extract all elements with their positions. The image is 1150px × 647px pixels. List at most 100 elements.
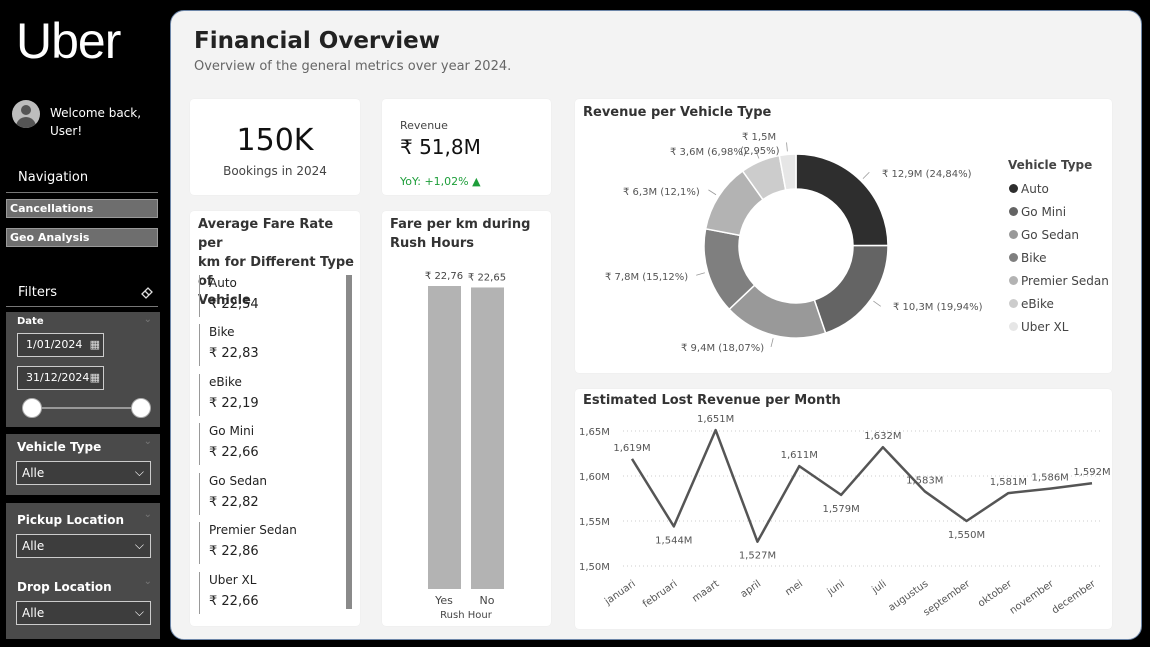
x-tick-label: juli	[869, 578, 888, 596]
point-data-label: 1,581M	[990, 477, 1027, 488]
vehicle-type-dropdown[interactable]: Alle ⌵	[16, 461, 151, 485]
fare-rate-title-line-1: Average Fare Rate per	[198, 217, 334, 251]
legend-item[interactable]: eBike	[1009, 292, 1109, 315]
clear-filters-eraser-icon[interactable]	[140, 285, 154, 303]
date-range-slider-track[interactable]	[30, 407, 140, 409]
legend-swatch	[1009, 299, 1018, 308]
x-tick-label: juni	[825, 578, 847, 598]
nav-cancellations-button[interactable]: Cancellations	[6, 199, 158, 218]
fare-item-name: Uber XL	[209, 573, 257, 587]
start-date-value: 1/01/2024	[26, 338, 83, 351]
fare-rate-card: Average Fare Rate per km for Different T…	[190, 211, 360, 626]
calendar-icon[interactable]: ▦	[90, 367, 100, 389]
lost-revenue-card: Estimated Lost Revenue per Month 1,50M 1,…	[575, 389, 1112, 629]
legend-item[interactable]: Bike	[1009, 246, 1109, 269]
slice-data-label: ₹ 10,3M (19,94%)	[893, 302, 983, 313]
legend-item[interactable]: Auto	[1009, 177, 1109, 200]
chevron-down-icon[interactable]: ⌄	[144, 436, 152, 447]
x-axis-label: Rush Hour	[440, 610, 493, 621]
fare-item-premier-sedan: Premier Sedan ₹ 22,86	[199, 522, 339, 564]
fare-list-scrollbar[interactable]	[346, 275, 352, 609]
date-slider-end-handle[interactable]	[131, 398, 151, 418]
fare-item-name: Go Sedan	[209, 474, 268, 488]
fare-item-ebike: eBike ₹ 22,19	[199, 374, 339, 416]
legend-swatch	[1009, 322, 1018, 331]
point-data-label: 1,611M	[781, 450, 818, 461]
x-tick-label: januari	[602, 578, 637, 607]
bar-yes	[428, 286, 461, 589]
donut-legend: Auto Go Mini Go Sedan Bike Premier Sedan eBik…	[1009, 177, 1109, 338]
fare-item-go-mini: Go Mini ₹ 22,66	[199, 423, 339, 465]
legend-swatch	[1009, 253, 1018, 262]
slice-data-label: (2,95%)	[740, 146, 780, 157]
drop-location-label: Drop Location	[17, 580, 112, 594]
y-tick-label: 1,50M	[579, 562, 610, 573]
revenue-yoy-badge: YoY: +1,02% ▲	[400, 175, 481, 188]
date-slider-start-handle[interactable]	[22, 398, 42, 418]
slice-leader-line	[873, 300, 881, 307]
pickup-location-dropdown[interactable]: Alle ⌵	[16, 534, 151, 558]
slice-data-label: ₹ 7,8M (15,12%)	[605, 272, 688, 283]
slice-leader-line	[696, 272, 705, 276]
filters-heading: Filters	[18, 285, 57, 300]
point-data-label: 1,586M	[1032, 473, 1069, 484]
revenue-value: ₹ 51,8M	[400, 135, 481, 159]
page-title: Financial Overview	[194, 28, 441, 54]
chevron-down-icon[interactable]: ⌄	[144, 509, 152, 520]
uber-logo: Uber	[16, 13, 121, 69]
bookings-kpi-card: 150K Bookings in 2024	[190, 99, 360, 195]
point-data-label: 1,651M	[697, 414, 734, 425]
slice-leader-line	[786, 142, 788, 152]
x-tick-label: februari	[641, 578, 680, 610]
legend-label: Go Sedan	[1021, 227, 1080, 242]
legend-label: Bike	[1021, 250, 1047, 265]
slice-leader-line	[708, 189, 717, 196]
nav-geo-analysis-button[interactable]: Geo Analysis	[6, 228, 158, 247]
fare-item-value: ₹ 22,54	[209, 297, 259, 312]
welcome-text: Welcome back, User!	[50, 104, 150, 140]
legend-item[interactable]: Go Sedan	[1009, 223, 1109, 246]
chevron-down-icon[interactable]: ⌵	[135, 601, 144, 623]
navigation-heading: Navigation	[18, 170, 89, 185]
legend-swatch	[1009, 207, 1018, 216]
fare-item-go-sedan: Go Sedan ₹ 22,82	[199, 473, 339, 515]
revenue-label: Revenue	[400, 119, 448, 132]
fare-item-value: ₹ 22,66	[209, 594, 259, 609]
x-tick-label: mei	[783, 578, 805, 598]
x-tick-label: maart	[690, 578, 721, 604]
donut-slice-go-mini	[813, 244, 889, 335]
legend-item[interactable]: Go Mini	[1009, 200, 1109, 223]
fare-item-value: ₹ 22,86	[209, 544, 259, 559]
end-date-value: 31/12/2024	[26, 371, 90, 384]
x-tick-label: september	[922, 578, 973, 619]
fare-item-name: Premier Sedan	[209, 523, 297, 537]
legend-title: Vehicle Type	[1008, 158, 1093, 172]
point-data-label: 1,527M	[739, 551, 776, 562]
revenue-kpi-card: Revenue ₹ 51,8M YoY: +1,02% ▲	[382, 99, 551, 195]
x-tick-label: november	[1008, 578, 1057, 617]
welcome-line-2: User!	[50, 124, 83, 138]
divider	[6, 306, 158, 307]
end-date-input[interactable]: 31/12/2024 ▦	[17, 366, 104, 390]
slice-data-label: ₹ 12,9M (24,84%)	[882, 169, 972, 180]
start-date-input[interactable]: 1/01/2024 ▦	[17, 333, 104, 357]
legend-swatch	[1009, 276, 1018, 285]
bar-data-label: ₹ 22,76	[425, 271, 463, 282]
chevron-down-icon[interactable]: ⌄	[144, 576, 152, 587]
chevron-down-icon[interactable]: ⌵	[135, 461, 144, 483]
legend-item[interactable]: Premier Sedan	[1009, 269, 1109, 292]
drop-location-dropdown[interactable]: Alle ⌵	[16, 601, 151, 625]
divider	[6, 192, 158, 193]
donut-slice-auto	[795, 153, 889, 247]
y-tick-label: 1,60M	[579, 472, 610, 483]
fare-item-value: ₹ 22,83	[209, 346, 259, 361]
fare-item-name: Auto	[209, 276, 237, 290]
legend-item[interactable]: Uber XL	[1009, 315, 1109, 338]
rush-hour-bar-chart: ₹ 22,76 Yes ₹ 22,65 No Rush Hour	[425, 271, 506, 621]
slice-leader-line	[862, 171, 870, 179]
fare-item-value: ₹ 22,66	[209, 445, 259, 460]
calendar-icon[interactable]: ▦	[90, 334, 100, 356]
chevron-down-icon[interactable]: ⌵	[135, 534, 144, 556]
fare-item-name: Go Mini	[209, 424, 255, 438]
chevron-down-icon[interactable]: ⌄	[144, 314, 152, 325]
